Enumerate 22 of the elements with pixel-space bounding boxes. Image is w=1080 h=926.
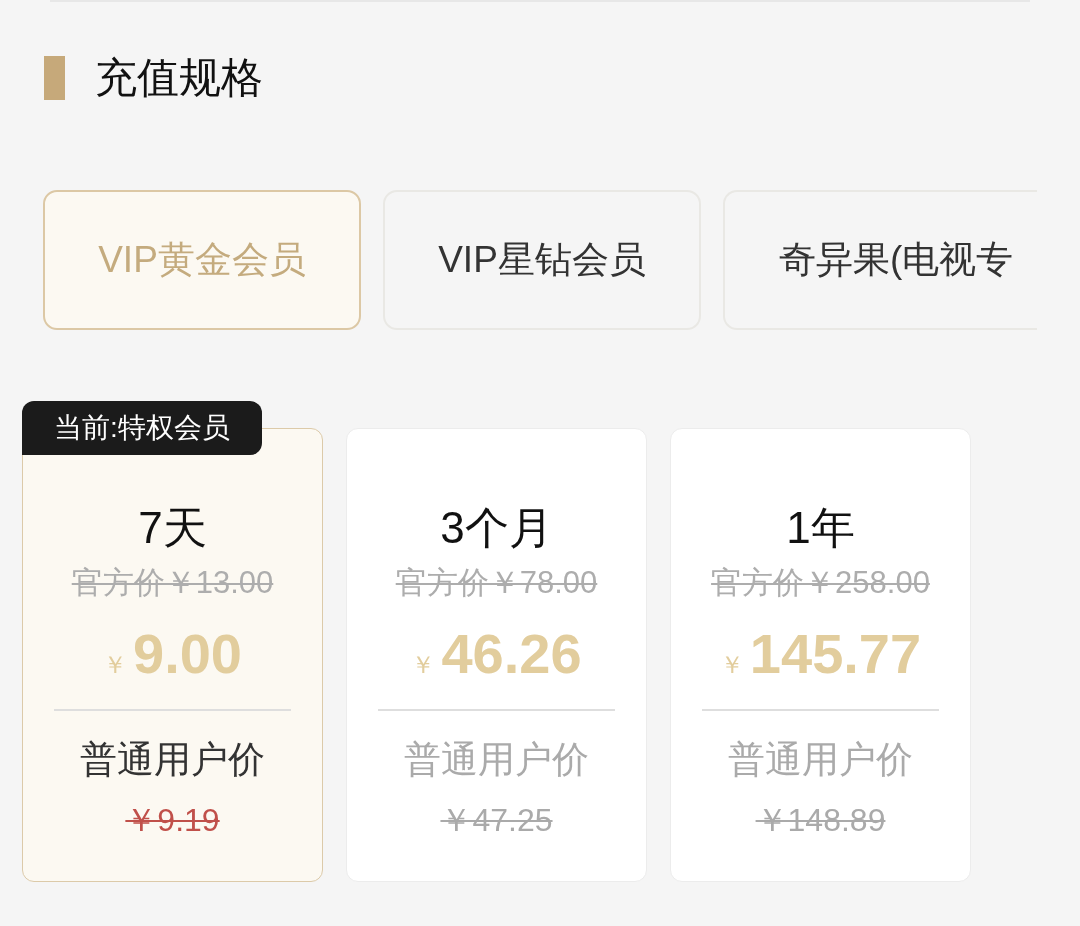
sale-price: ￥145.77 — [719, 622, 922, 687]
regular-price-label: 普通用户价 — [728, 738, 913, 782]
title-accent-bar — [44, 56, 65, 100]
plan-duration: 7天 — [138, 505, 207, 551]
plan-duration: 1年 — [786, 505, 855, 551]
regular-price-label: 普通用户价 — [404, 738, 589, 782]
official-price: 官方价￥78.00 — [395, 564, 598, 602]
regular-price: ￥9.19 — [125, 801, 220, 840]
official-price: 官方价￥258.00 — [711, 564, 930, 602]
regular-price-label: 普通用户价 — [80, 738, 265, 782]
membership-tab[interactable]: 奇异果(电视专 — [723, 190, 1037, 330]
regular-price: ￥47.25 — [440, 801, 553, 840]
regular-price: ￥148.89 — [755, 801, 886, 840]
section-title: 充值规格 — [95, 57, 263, 99]
plan-card[interactable]: 3个月 官方价￥78.00 ￥46.26 普通用户价 ￥47.25 — [346, 428, 647, 882]
sale-price: ￥46.26 — [411, 622, 582, 687]
plan-card[interactable]: 1年 官方价￥258.00 ￥145.77 普通用户价 ￥148.89 — [670, 428, 971, 882]
sale-price: ￥9.00 — [103, 622, 242, 687]
membership-tab[interactable]: VIP星钻会员 — [383, 190, 701, 330]
official-price: 官方价￥13.00 — [71, 564, 274, 602]
plan-duration: 3个月 — [440, 505, 553, 551]
current-plan-badge: 当前:特权会员 — [22, 401, 262, 455]
